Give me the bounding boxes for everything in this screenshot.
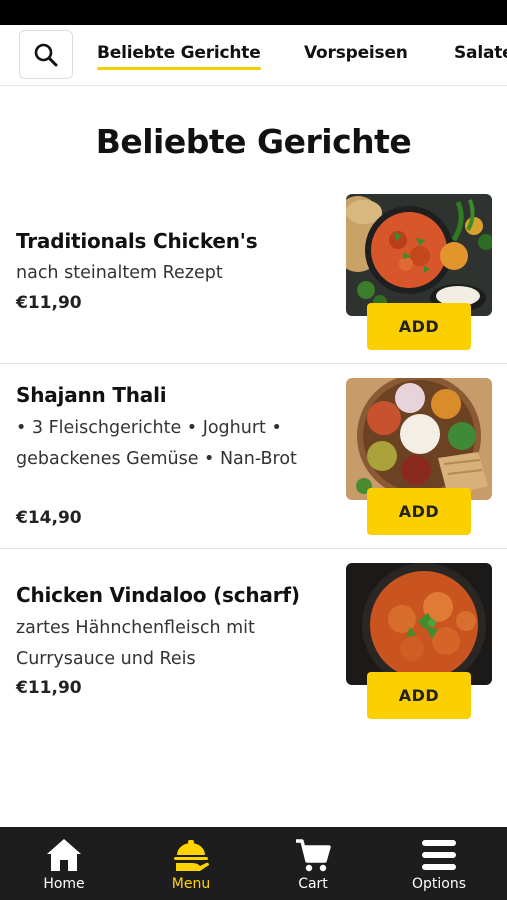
food-tray-icon [174, 840, 209, 871]
item-price: €11,90 [16, 678, 82, 698]
dish-image-chicken-curry[interactable] [346, 194, 492, 316]
nav-label: Options [411, 876, 467, 892]
tab-beliebte-gerichte[interactable]: Beliebte Gerichte [97, 43, 261, 70]
tab-salate[interactable]: Salate [454, 43, 507, 63]
nav-cart[interactable]: Cart [250, 827, 376, 900]
tab-label: Vorspeisen [304, 43, 408, 63]
search-button[interactable] [19, 30, 73, 79]
cart-icon [296, 839, 331, 872]
active-tab-indicator [97, 67, 261, 70]
nav-label: Menu [171, 876, 211, 892]
status-bar [0, 0, 507, 25]
tab-vorspeisen[interactable]: Vorspeisen [304, 43, 408, 63]
menu-icon [422, 840, 456, 870]
nav-home[interactable]: Home [1, 827, 127, 900]
item-description: zartes Hähnchenfleisch mit Currysauce un… [16, 618, 255, 669]
item-price: €11,90 [16, 293, 82, 313]
dish-image-thali[interactable] [346, 378, 492, 500]
nav-label: Cart [298, 876, 328, 892]
nav-menu[interactable]: Menu [128, 827, 254, 900]
add-button[interactable]: ADD [367, 303, 471, 350]
home-icon [47, 839, 81, 871]
search-icon [34, 43, 58, 66]
dish-image-chicken-vindaloo[interactable] [346, 563, 492, 685]
item-name: Shajann Thali [16, 383, 167, 407]
page-title: Beliebte Gerichte [95, 122, 412, 161]
nav-options[interactable]: Options [376, 827, 502, 900]
item-name: Chicken Vindaloo (scharf) [16, 583, 300, 607]
add-button[interactable]: ADD [367, 672, 471, 719]
item-description: nach steinaltem Rezept [16, 263, 223, 283]
category-nav: Beliebte Gerichte Vorspeisen Salate [0, 25, 507, 86]
item-name: Traditionals Chicken's [16, 229, 258, 253]
bottom-nav: Home Menu Cart Options [0, 827, 507, 900]
divider [0, 363, 507, 364]
nav-label: Home [43, 876, 85, 892]
tab-label: Beliebte Gerichte [97, 43, 261, 63]
divider [0, 548, 507, 549]
item-description: • 3 Fleischgerichte • Joghurt • gebacken… [16, 418, 297, 469]
tab-label: Salate [454, 43, 507, 63]
item-price: €14,90 [16, 508, 82, 528]
add-button[interactable]: ADD [367, 488, 471, 535]
